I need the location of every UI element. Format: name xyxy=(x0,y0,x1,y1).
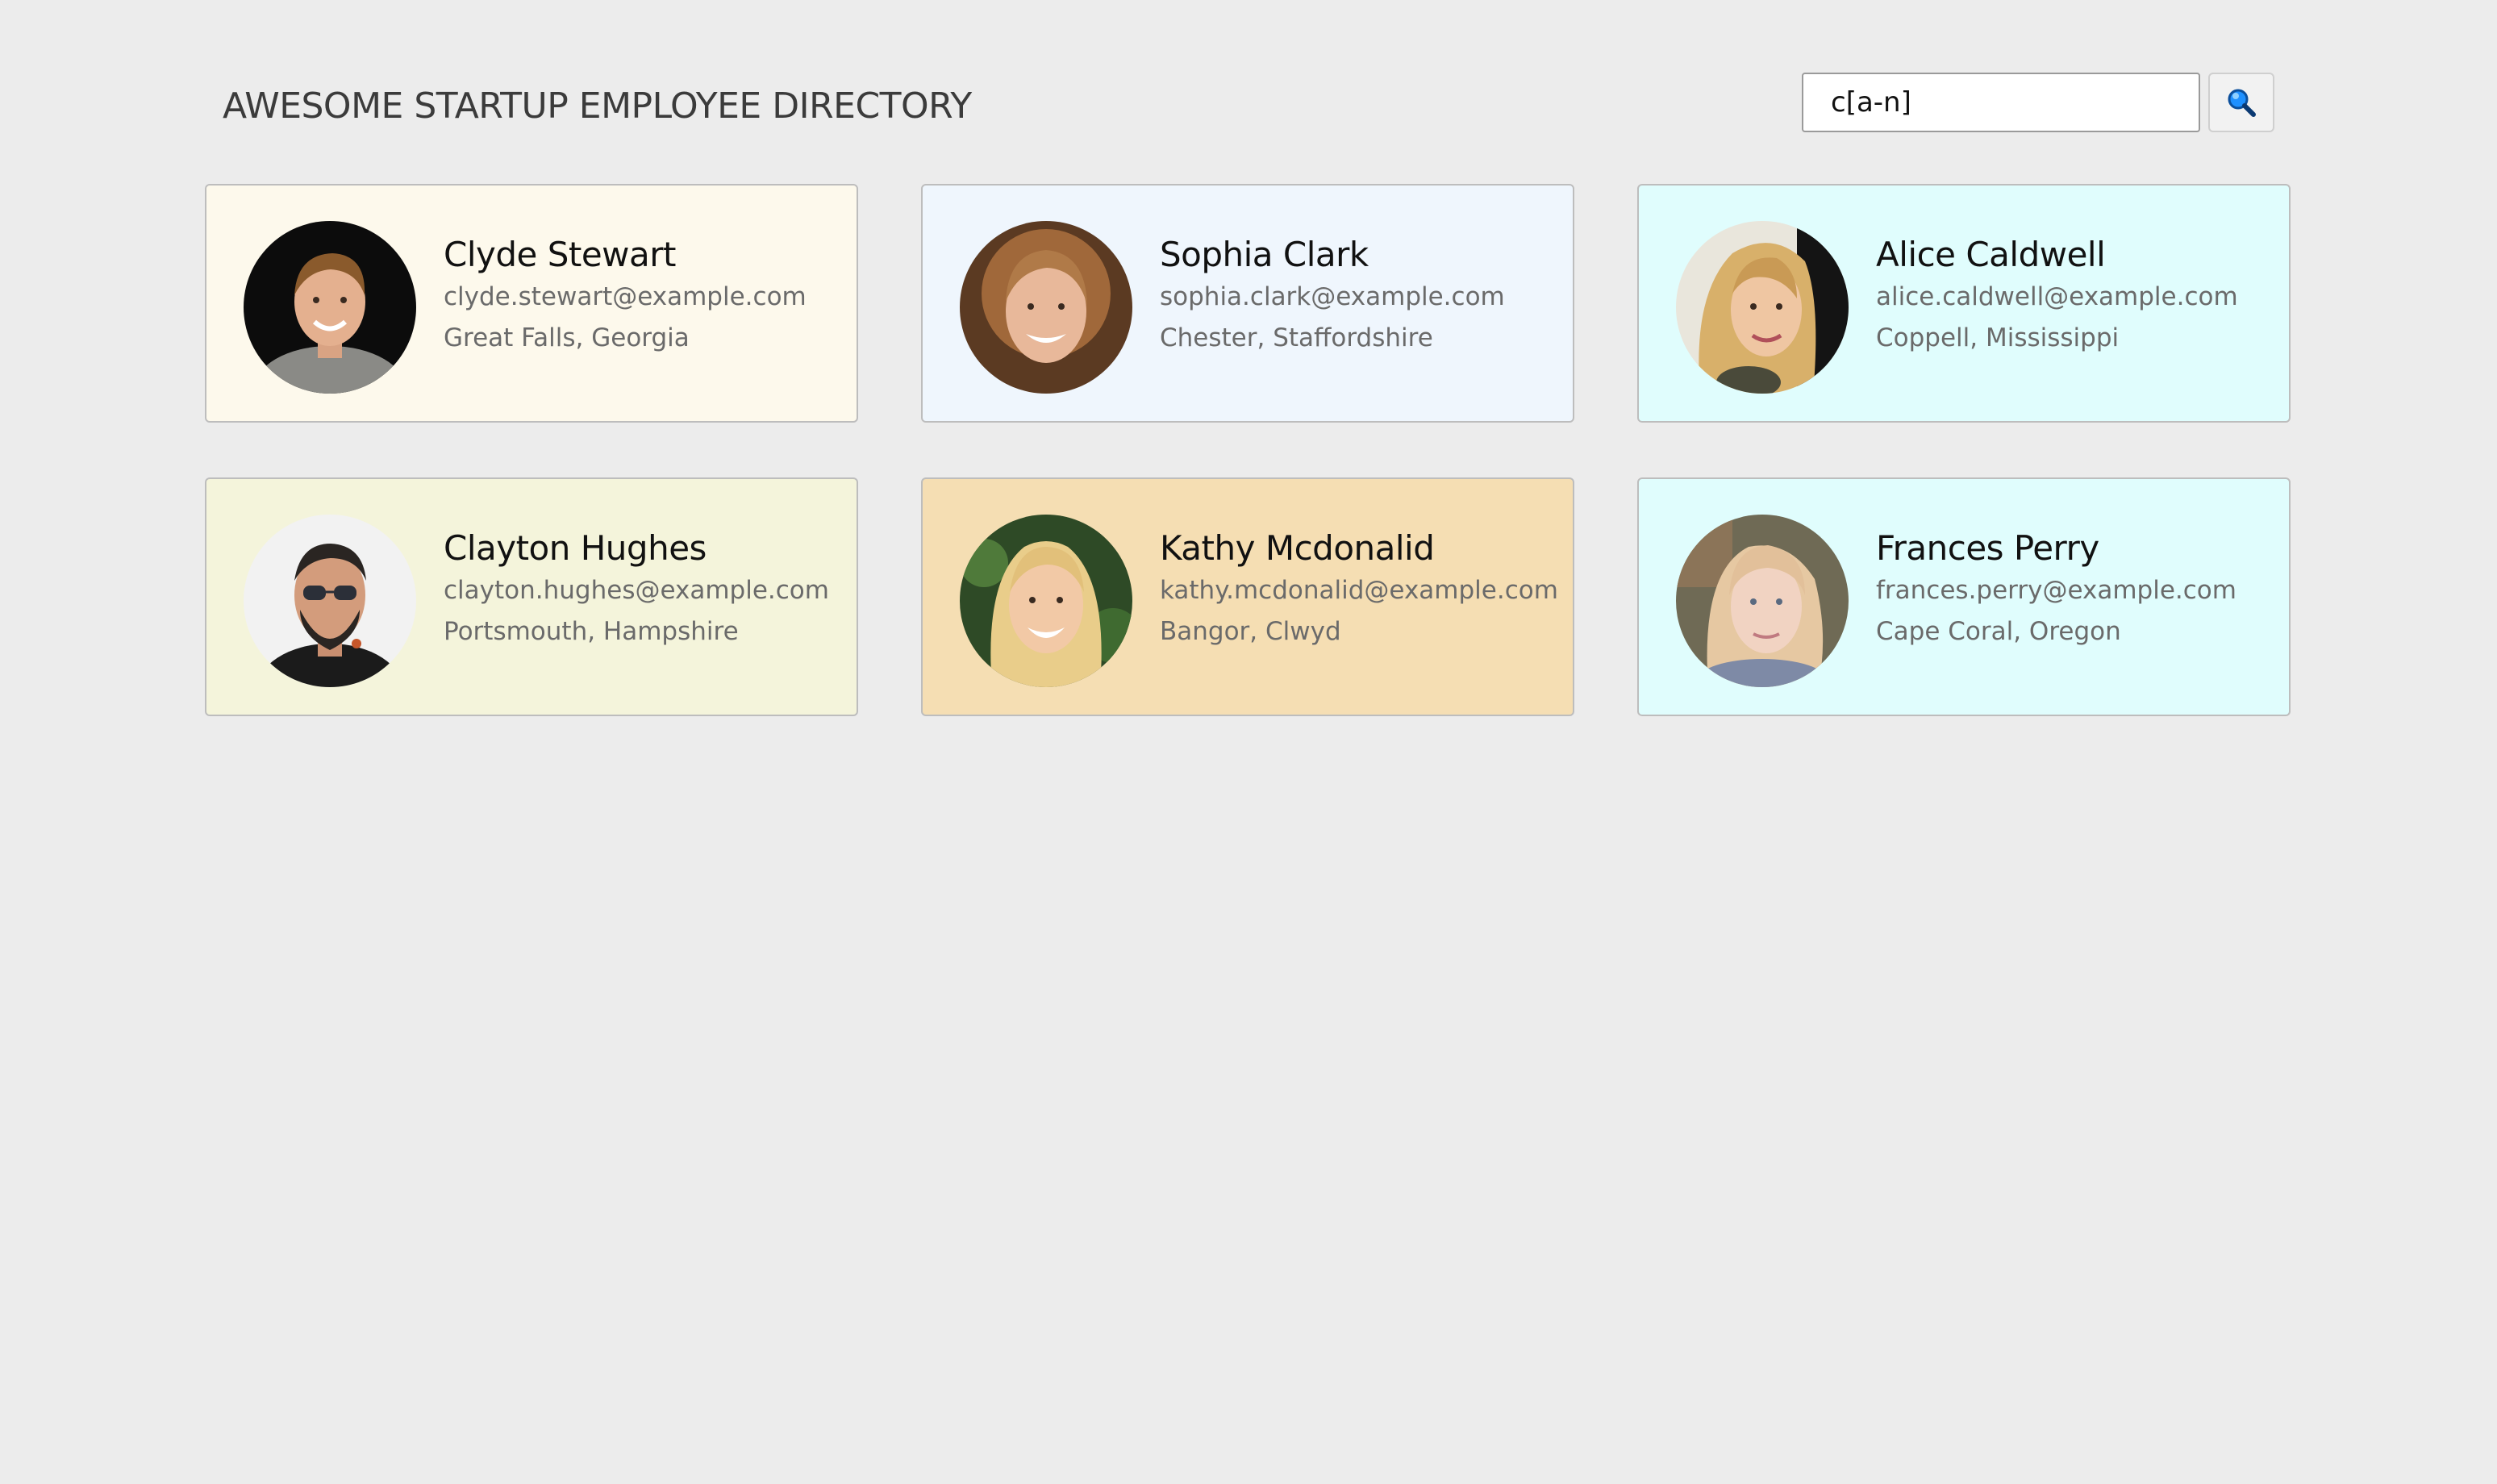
magnifier-icon xyxy=(2228,89,2256,117)
employee-email: sophia.clark@example.com xyxy=(1160,282,1505,312)
avatar xyxy=(960,515,1132,687)
employee-location: Great Falls, Georgia xyxy=(444,323,690,353)
avatar xyxy=(244,515,416,687)
employee-email: kathy.mcdonalid@example.com xyxy=(1160,576,1558,606)
search-button[interactable] xyxy=(2208,73,2274,132)
employee-location: Chester, Staffordshire xyxy=(1160,323,1433,353)
avatar xyxy=(960,221,1132,394)
employee-location: Cape Coral, Oregon xyxy=(1876,617,2121,647)
employee-name: Kathy Mcdonalid xyxy=(1160,528,1435,568)
employee-name: Sophia Clark xyxy=(1160,235,1369,274)
avatar xyxy=(244,221,416,394)
employee-card[interactable]: Sophia Clark sophia.clark@example.com Ch… xyxy=(921,184,1574,423)
employee-location: Bangor, Clwyd xyxy=(1160,617,1341,647)
employee-card[interactable]: Alice Caldwell alice.caldwell@example.co… xyxy=(1637,184,2291,423)
employee-card[interactable]: Clyde Stewart clyde.stewart@example.com … xyxy=(205,184,858,423)
employee-card[interactable]: Clayton Hughes clayton.hughes@example.co… xyxy=(205,477,858,716)
employee-name: Clayton Hughes xyxy=(444,528,707,568)
employee-email: clayton.hughes@example.com xyxy=(444,576,829,606)
employee-email: alice.caldwell@example.com xyxy=(1876,282,2238,312)
avatar xyxy=(1676,221,1849,394)
employee-email: frances.perry@example.com xyxy=(1876,576,2236,606)
employee-location: Portsmouth, Hampshire xyxy=(444,617,739,647)
employee-location: Coppell, Mississippi xyxy=(1876,323,2120,353)
header: AWESOME STARTUP EMPLOYEE DIRECTORY xyxy=(0,0,2497,177)
employee-name: Alice Caldwell xyxy=(1876,235,2106,274)
employee-grid: Clyde Stewart clyde.stewart@example.com … xyxy=(205,184,2291,716)
avatar xyxy=(1676,515,1849,687)
employee-name: Clyde Stewart xyxy=(444,235,677,274)
page-title: AWESOME STARTUP EMPLOYEE DIRECTORY xyxy=(223,85,972,127)
employee-card[interactable]: Frances Perry frances.perry@example.com … xyxy=(1637,477,2291,716)
employee-email: clyde.stewart@example.com xyxy=(444,282,807,312)
employee-name: Frances Perry xyxy=(1876,528,2099,568)
search-input[interactable] xyxy=(1802,73,2200,132)
employee-card[interactable]: Kathy Mcdonalid kathy.mcdonalid@example.… xyxy=(921,477,1574,716)
